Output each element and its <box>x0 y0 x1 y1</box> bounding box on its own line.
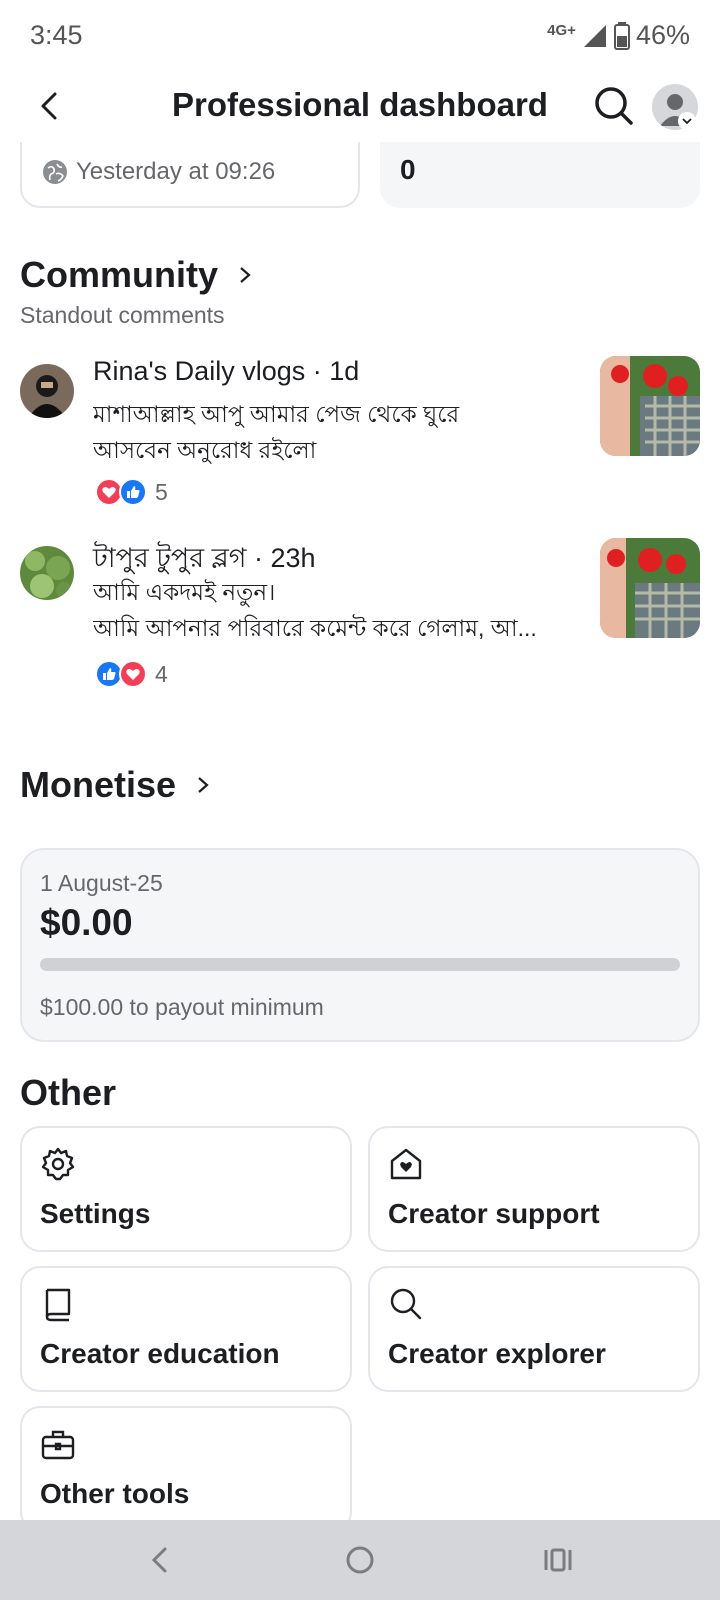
search-button[interactable] <box>592 84 636 128</box>
chevron-right-icon <box>198 777 209 793</box>
love-reaction-icon <box>119 660 147 688</box>
metric-value: 0 <box>400 154 416 185</box>
settings-button[interactable]: Settings <box>20 1126 352 1252</box>
commenter-avatar[interactable] <box>20 364 74 418</box>
status-icons: 4G+ 46% <box>547 20 690 51</box>
community-subtitle: Standout comments <box>20 302 225 328</box>
post-timestamp: Yesterday at 09:26 <box>42 158 275 186</box>
flower-photo <box>600 356 700 456</box>
nav-recents-button[interactable] <box>536 1538 580 1582</box>
creator-education-label: Creator education <box>40 1338 280 1369</box>
comment-reactions[interactable]: 4 <box>95 660 168 688</box>
house-heart-icon <box>390 1148 422 1180</box>
metric-card[interactable]: 0 <box>380 142 700 208</box>
settings-label: Settings <box>40 1198 151 1229</box>
other-header: Other <box>20 1072 116 1114</box>
creator-support-label: Creator support <box>388 1198 600 1229</box>
monetise-title: Monetise <box>20 764 177 805</box>
earnings-card[interactable]: 1 August-25 $0.00 $100.00 to payout mini… <box>20 848 700 1042</box>
reaction-count: 5 <box>155 478 168 505</box>
toolbox-icon <box>41 1430 75 1460</box>
creator-explorer-button[interactable]: Creator explorer <box>368 1266 700 1392</box>
commenter-avatar[interactable] <box>20 546 74 600</box>
flower-photo <box>600 538 700 638</box>
signal-icon <box>583 24 606 47</box>
search-icon <box>390 1288 422 1320</box>
comment-text: মাশাআল্লাহ আপু আমার পেজ থেকে ঘুরে আসবেন … <box>93 396 583 468</box>
other-title: Other <box>20 1072 117 1113</box>
network-type: 4G+ <box>547 22 576 39</box>
avatar-photo <box>20 364 74 418</box>
comment-line: আসবেন অনুরোধ রইলো <box>93 437 317 463</box>
nav-recents-icon <box>544 1548 572 1572</box>
nav-home-button[interactable] <box>338 1538 382 1582</box>
monetise-header[interactable]: Monetise <box>20 764 210 806</box>
book-icon <box>45 1288 71 1322</box>
comment-text: আমি একদমই নতুন। আমি আপনার পরিবারে কমেন্ট… <box>93 574 583 646</box>
reaction-count: 4 <box>155 660 168 687</box>
other-tools-label: Other tools <box>40 1478 190 1509</box>
nav-back-icon <box>151 1547 167 1573</box>
creator-support-button[interactable]: Creator support <box>368 1126 700 1252</box>
system-nav-bar <box>0 1520 720 1600</box>
creator-education-button[interactable]: Creator education <box>20 1266 352 1392</box>
earnings-amount: $0.00 <box>40 902 133 943</box>
comment-line: মাশাআল্লাহ আপু আমার পেজ থেকে ঘুরে <box>93 401 460 427</box>
payout-progress-bar <box>40 958 680 971</box>
timestamp-text: Yesterday at 09:26 <box>76 158 276 185</box>
earnings-date: 1 August-25 <box>40 870 163 896</box>
other-tools-button[interactable]: Other tools <box>20 1406 352 1520</box>
like-reaction-icon <box>119 478 147 506</box>
dashboard-content[interactable]: Yesterday at 09:26 0 Community Standout … <box>0 142 720 1520</box>
community-header[interactable]: Community <box>20 254 252 296</box>
chevron-down-icon <box>678 112 696 130</box>
battery-icon <box>613 21 630 50</box>
payout-note: $100.00 to payout minimum <box>40 994 324 1020</box>
post-stat-card[interactable]: Yesterday at 09:26 <box>20 142 360 208</box>
post-thumbnail[interactable] <box>600 538 700 638</box>
comment-line: আমি একদমই নতুন। <box>93 579 276 605</box>
chevron-right-icon <box>240 267 251 283</box>
nav-back-button[interactable] <box>138 1538 182 1582</box>
gear-icon <box>41 1147 75 1181</box>
community-title: Community <box>20 254 218 295</box>
comment-line: আমি আপনার পরিবারে কমেন্ট করে গেলাম, আ... <box>93 615 537 641</box>
globe-icon <box>43 160 67 184</box>
comment-reactions[interactable]: 5 <box>95 478 168 506</box>
nav-home-icon <box>346 1546 374 1574</box>
app-header: Professional dashboard <box>0 72 720 142</box>
battery-percent: 46% <box>635 20 690 50</box>
status-bar: 3:45 4G+ 46% <box>0 0 720 72</box>
creator-explorer-label: Creator explorer <box>388 1338 606 1369</box>
post-thumbnail[interactable] <box>600 356 700 456</box>
search-icon <box>595 87 633 125</box>
avatar-photo <box>20 546 74 600</box>
comment-author: Rina's Daily vlogs · 1d <box>93 356 360 386</box>
status-time: 3:45 <box>30 20 83 50</box>
